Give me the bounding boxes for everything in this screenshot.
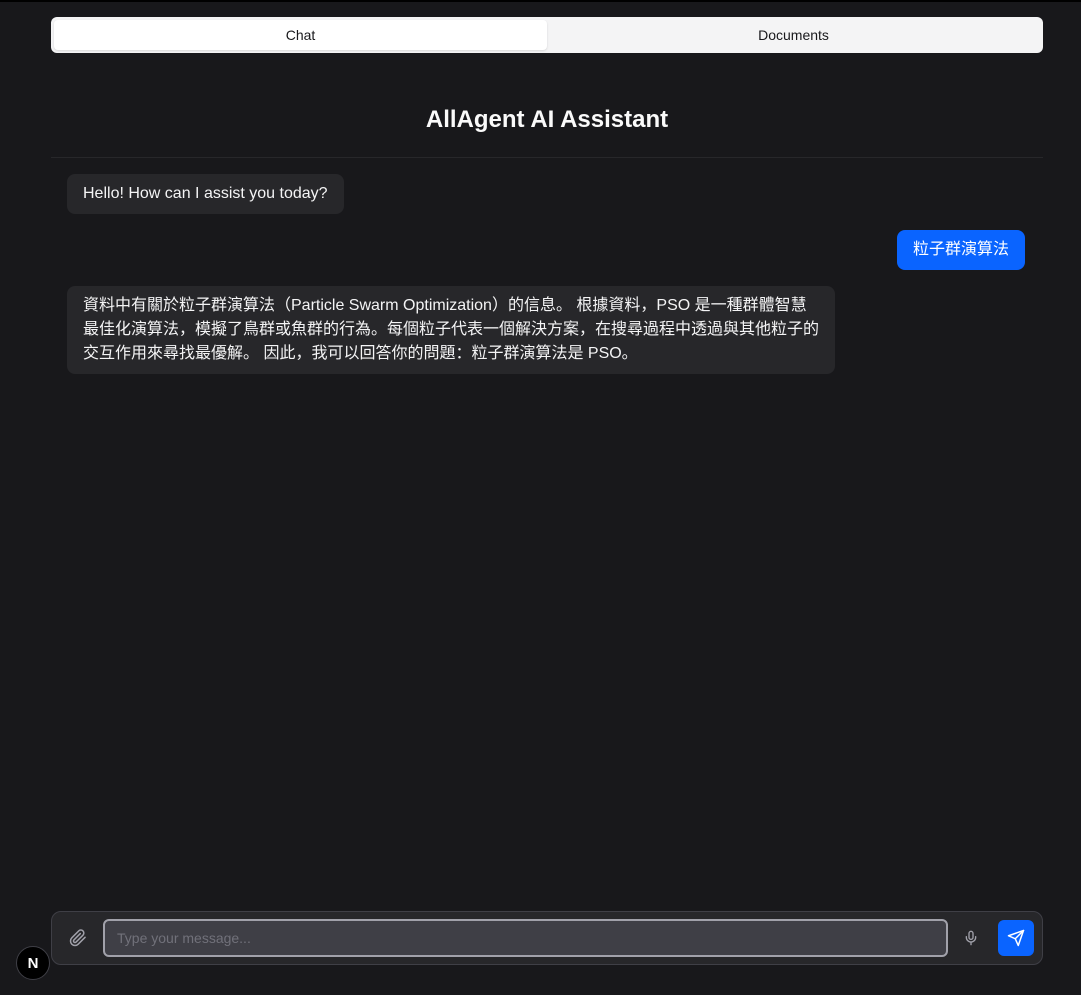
assistant-message: Hello! How can I assist you today?: [67, 174, 344, 214]
send-icon: [1007, 929, 1025, 947]
user-message: 粒子群演算法: [897, 230, 1026, 270]
attach-button[interactable]: [66, 926, 90, 950]
page-title: AllAgent AI Assistant: [425, 106, 669, 133]
send-button[interactable]: [998, 920, 1034, 956]
message-composer: [51, 911, 1043, 965]
microphone-button[interactable]: [959, 926, 983, 950]
tab-bar: Chat Documents: [51, 17, 1043, 53]
framework-badge[interactable]: N: [16, 946, 50, 980]
microphone-icon: [965, 930, 977, 946]
paperclip-icon: [69, 929, 86, 947]
assistant-message: 資料中有關於粒子群演算法（Particle Swarm Optimization…: [67, 286, 835, 374]
header-divider: [51, 157, 1043, 158]
message-input[interactable]: [103, 919, 948, 957]
tab-chat[interactable]: Chat: [54, 20, 547, 50]
tab-documents[interactable]: Documents: [547, 20, 1040, 50]
window-top-edge: [0, 0, 1081, 2]
